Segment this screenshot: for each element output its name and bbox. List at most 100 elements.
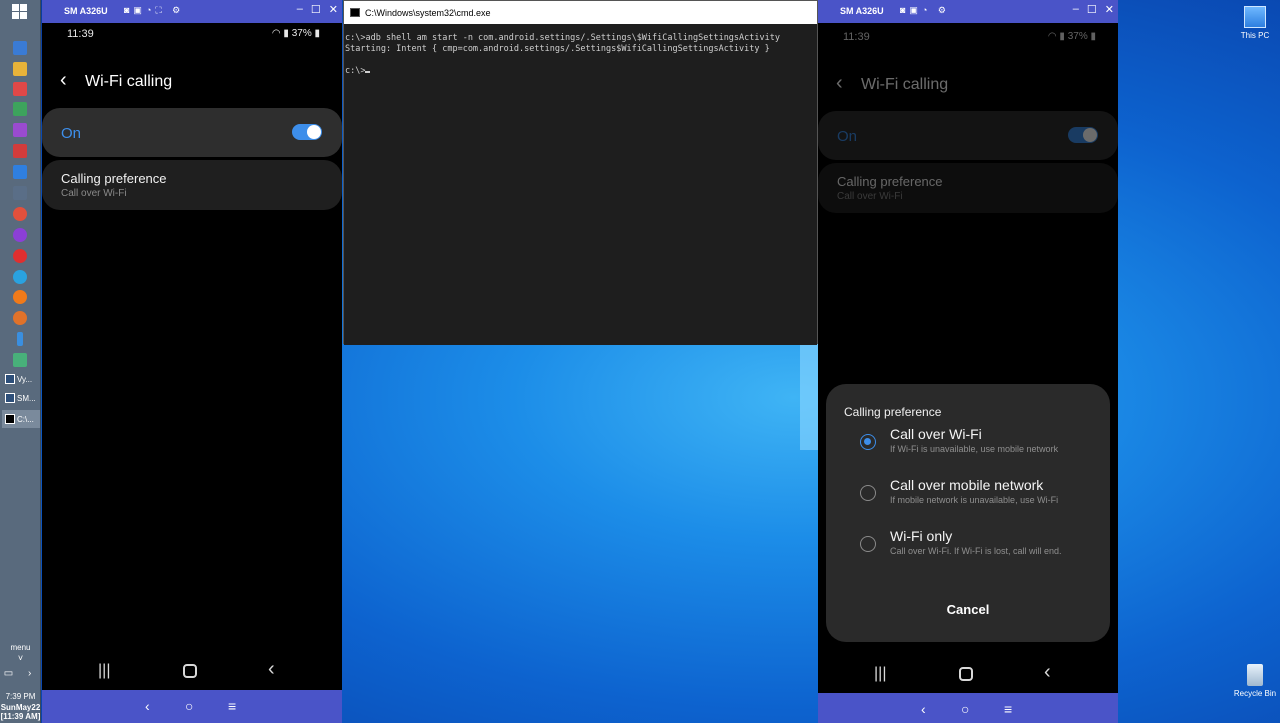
recycle-bin-label: Recycle Bin [1233,689,1277,698]
phone-window-left: SM A326U ◙▣◔⛶ ⚙ – ☐ ✕ 11:39 ◠ ▮ 37% ▮ ‹ Wi… [42,0,342,723]
wifi-calling-switch[interactable] [1068,127,1098,143]
battery-icon: ▮ [311,28,320,39]
taskbar-app-icon-6[interactable] [13,144,27,158]
option-label: Call over Wi-Fi [890,426,982,442]
radio-selected[interactable] [860,434,876,450]
battery-icon: ▮ [1087,31,1096,42]
firefox-icon[interactable] [13,290,27,304]
status-icons: ◠ ▮ 37% ▮ [272,28,320,39]
taskbar-app-icon-8[interactable] [13,186,27,200]
option-description: If mobile network is unavailable, use Wi… [890,495,1059,505]
windows-start-icon[interactable] [12,4,28,20]
page-title: Wi-Fi calling [861,76,949,93]
cmd-window: C:\Windows\system32\cmd.exe c:\>adb shel… [343,0,818,345]
taskbar-app-icon-10[interactable] [13,228,27,242]
host-menu-icon[interactable]: ≡ [1004,701,1012,717]
minimize-icon[interactable]: – [297,3,303,16]
taskbar-task-vysor[interactable]: Vy... [2,370,40,388]
chevron-down-icon[interactable]: ˅ [0,654,41,663]
close-icon[interactable]: ✕ [1105,3,1114,16]
status-bar: 11:39 ◠ ▮ 37% ▮ [42,25,342,45]
status-time: 11:39 [843,31,870,43]
window-title: SM A326U [64,6,108,16]
chrome-icon[interactable] [13,207,27,221]
back-arrow-icon[interactable]: ‹ [60,69,67,92]
status-icons: ◠ ▮ 37% ▮ [1048,31,1096,42]
edge-icon[interactable] [13,270,27,284]
wifi-signal-icon: ◠ ▮ [1047,31,1068,42]
option-wifi-only[interactable]: Wi-Fi only Call over Wi-Fi. If Wi-Fi is … [826,528,1110,574]
taskbar: Vy... SM... C:\... menu ˅ ▭ › 7:39 PM Su… [0,0,41,723]
recents-icon[interactable]: ||| [98,662,110,680]
app-bar: ‹ Wi-Fi calling [42,63,342,103]
cmd-console[interactable]: c:\>adb shell am start -n com.android.se… [344,24,817,345]
titlebar-tools-icons[interactable]: ◙▣◔⛶ ⚙ [124,5,184,16]
calling-preference-row[interactable]: Calling preference Call over Wi-Fi [42,160,342,210]
status-time: 11:39 [67,28,94,40]
phone-titlebar: SM A326U ◙▣◔⛶ ⚙ – ☐ ✕ [42,0,342,23]
calling-preference-title: Calling preference [61,171,167,186]
window-title: SM A326U [840,6,884,16]
maximize-icon[interactable]: ☐ [311,3,321,16]
wifi-calling-switch[interactable] [292,124,322,140]
taskbar-app-icon-4[interactable] [13,102,27,116]
taskbar-app-icon-3[interactable] [13,82,27,96]
option-label: Call over mobile network [890,477,1044,493]
close-icon[interactable]: ✕ [329,3,338,16]
calling-preference-row[interactable]: Calling preference Call over Wi-Fi [818,163,1118,213]
home-icon[interactable] [959,667,973,681]
clock-date: SunMay22 [0,703,41,712]
host-menu-icon[interactable]: ≡ [228,698,236,714]
taskbar-app-icon-7[interactable] [13,165,27,179]
option-label: Wi-Fi only [890,528,953,544]
cmd-prompt: c:\> [345,66,366,76]
wifi-signal-icon: ◠ ▮ [271,28,292,39]
taskbar-app-icon-5[interactable] [13,123,27,137]
host-back-icon[interactable]: ‹ [921,701,926,717]
taskbar-menu-label[interactable]: menu [0,643,41,652]
radio-unselected[interactable] [860,536,876,552]
wifi-calling-toggle-row[interactable]: On [818,111,1118,160]
page-title: Wi-Fi calling [85,73,173,90]
option-description: Call over Wi-Fi. If Wi-Fi is lost, call … [890,546,1062,556]
cmd-titlebar: C:\Windows\system32\cmd.exe [344,1,817,24]
calling-preference-title: Calling preference [837,174,943,189]
phone-titlebar: SM A326U ◙▣◔ ⚙ – ☐ ✕ [818,0,1118,23]
taskbar-task-phone[interactable]: SM... [2,389,40,407]
radio-unselected[interactable] [860,485,876,501]
file-explorer-icon[interactable] [13,62,27,76]
back-icon[interactable]: ‹ [268,658,275,681]
wifi-calling-toggle-row[interactable]: On [42,108,342,157]
host-home-icon[interactable]: ○ [185,698,193,714]
host-nav-bar: ‹ ○ ≡ [818,693,1118,723]
this-pc-shortcut[interactable]: This PC [1230,6,1280,40]
recycle-bin-shortcut[interactable]: Recycle Bin [1230,664,1280,698]
option-call-over-wifi[interactable]: Call over Wi-Fi If Wi-Fi is unavailable,… [826,426,1110,472]
option-call-over-mobile[interactable]: Call over mobile network If mobile netwo… [826,477,1110,523]
clock-ampm: [11:39 AM] [0,712,41,721]
maximize-icon[interactable]: ☐ [1087,3,1097,16]
android-nav-bar: ||| ‹ [818,661,1118,691]
titlebar-tools-icons[interactable]: ◙▣◔ ⚙ [900,5,950,16]
back-icon[interactable]: ‹ [1044,661,1051,684]
back-arrow-icon[interactable]: ‹ [836,72,843,95]
cancel-button[interactable]: Cancel [826,602,1110,617]
taskbar-task-cmd[interactable]: C:\... [2,410,40,428]
cmd-icon [5,414,15,424]
recents-icon[interactable]: ||| [874,665,886,683]
taskbar-app-icon-1[interactable] [13,41,27,55]
taskbar-app-icon-15[interactable] [17,332,23,346]
taskbar-app-icon-16[interactable] [13,353,27,367]
tray-icons[interactable]: ▭ › [0,669,41,679]
host-nav-bar: ‹ ○ ≡ [42,690,342,723]
clock-time: 7:39 PM [5,692,36,701]
app-bar: ‹ Wi-Fi calling [818,66,1118,106]
home-icon[interactable] [183,664,197,678]
battery-percent: 37% [291,28,312,39]
opera-icon[interactable] [13,249,27,263]
host-back-icon[interactable]: ‹ [145,698,150,714]
taskbar-app-icon-14[interactable] [13,311,27,325]
host-home-icon[interactable]: ○ [961,701,969,717]
battery-percent: 37% [1067,31,1088,42]
minimize-icon[interactable]: – [1073,3,1079,16]
